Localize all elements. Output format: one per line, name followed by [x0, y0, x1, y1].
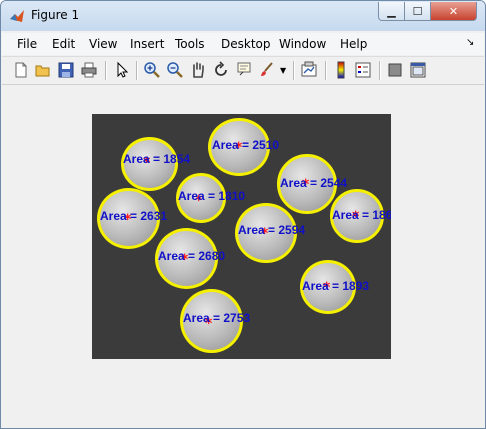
- area-label: Area = 1864: [332, 208, 391, 222]
- toolbar-separator: [293, 61, 295, 80]
- show-plot-tools-icon[interactable]: [409, 61, 427, 79]
- menu-bar: File Edit View Insert Tools Desktop Wind…: [2, 33, 484, 55]
- toolbar-separator: [325, 61, 327, 80]
- menu-dock-arrow-icon[interactable]: ↘: [466, 37, 474, 48]
- menu-view[interactable]: View: [89, 37, 117, 51]
- area-label: Area = 2631: [100, 209, 168, 223]
- brush-icon[interactable]: [258, 61, 276, 79]
- area-label: Area = 2510: [212, 138, 280, 152]
- brush-dropdown-icon[interactable]: ▼: [280, 66, 288, 84]
- matlab-logo-icon: [10, 10, 24, 22]
- menu-tools[interactable]: Tools: [175, 37, 205, 51]
- open-file-icon[interactable]: [34, 61, 52, 79]
- save-icon[interactable]: [57, 61, 75, 79]
- title-bar[interactable]: Figure 1 ▁ ☐ ✕: [1, 1, 485, 31]
- maximize-icon: ☐: [412, 4, 423, 18]
- area-label: Area = 1854: [123, 152, 191, 166]
- close-icon: ✕: [448, 4, 459, 18]
- area-label: Area = 2753: [183, 311, 251, 325]
- menu-desktop[interactable]: Desktop: [221, 37, 271, 51]
- new-figure-icon[interactable]: [12, 61, 30, 79]
- rotate-3d-icon[interactable]: [212, 61, 230, 79]
- link-plot-icon[interactable]: [300, 61, 318, 79]
- data-cursor-icon[interactable]: [235, 61, 253, 79]
- print-icon[interactable]: [80, 61, 98, 79]
- area-label: Area = 2594: [238, 223, 306, 237]
- area-label: Area = 2680: [158, 249, 226, 263]
- minimize-icon: ▁: [387, 4, 396, 18]
- insert-legend-icon[interactable]: [354, 61, 372, 79]
- figure-toolbar: ▼: [2, 56, 484, 85]
- coin-image-axes[interactable]: * * * * * * * * * * Area = 1854 Area = 2…: [92, 114, 391, 359]
- zoom-in-icon[interactable]: [143, 61, 161, 79]
- insert-colorbar-icon[interactable]: [332, 61, 350, 79]
- maximize-button[interactable]: ☐: [404, 2, 431, 21]
- hide-plot-tools-icon[interactable]: [386, 61, 404, 79]
- zoom-out-icon[interactable]: [166, 61, 184, 79]
- close-button[interactable]: ✕: [430, 2, 477, 21]
- area-label: Area = 2544: [280, 176, 348, 190]
- menu-edit[interactable]: Edit: [52, 37, 75, 51]
- menu-file[interactable]: File: [17, 37, 37, 51]
- toolbar-separator: [136, 61, 138, 80]
- window-title: Figure 1: [31, 8, 80, 22]
- pointer-icon[interactable]: [113, 61, 131, 79]
- menu-insert[interactable]: Insert: [130, 37, 164, 51]
- toolbar-separator: [105, 61, 107, 80]
- pan-icon[interactable]: [189, 61, 207, 79]
- area-label: Area = 1810: [178, 189, 246, 203]
- menu-help[interactable]: Help: [340, 37, 367, 51]
- menu-window[interactable]: Window: [279, 37, 326, 51]
- minimize-button[interactable]: ▁: [378, 2, 405, 21]
- area-label: Area = 1893: [302, 279, 370, 293]
- toolbar-separator: [379, 61, 381, 80]
